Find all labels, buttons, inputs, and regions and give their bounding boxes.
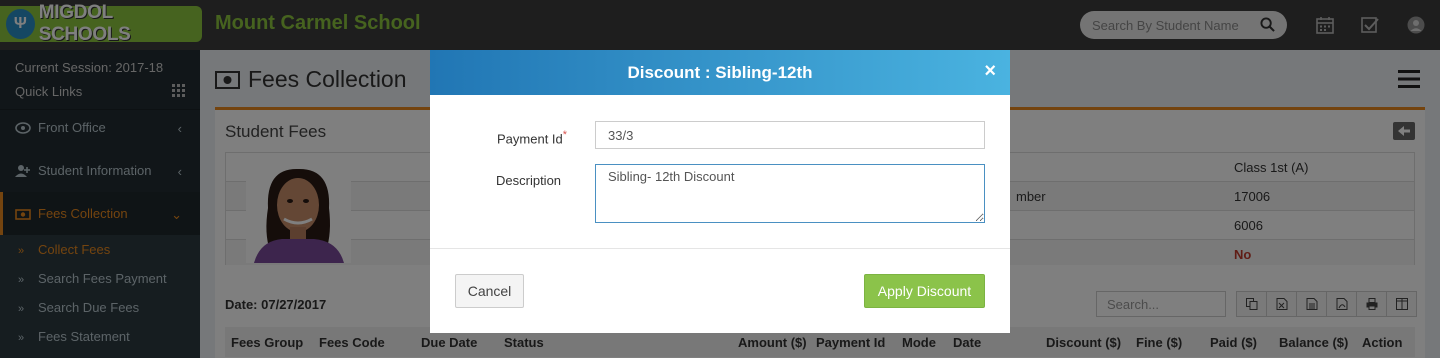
cancel-button[interactable]: Cancel	[455, 274, 524, 308]
modal-header: Discount : Sibling-12th ×	[430, 50, 1010, 95]
description-label: Description	[496, 173, 562, 188]
payment-id-input[interactable]	[595, 121, 985, 149]
discount-modal: Discount : Sibling-12th × Payment Id* De…	[430, 50, 1010, 333]
close-icon[interactable]: ×	[984, 60, 996, 83]
modal-footer-divider	[430, 248, 1010, 249]
apply-discount-button[interactable]: Apply Discount	[864, 274, 985, 308]
required-mark: *	[562, 129, 567, 141]
modal-title: Discount : Sibling-12th	[627, 63, 813, 82]
description-textarea[interactable]: Sibling- 12th Discount	[595, 164, 985, 223]
payment-id-label: Payment Id*	[497, 129, 567, 146]
payment-id-label-text: Payment Id	[497, 131, 563, 147]
